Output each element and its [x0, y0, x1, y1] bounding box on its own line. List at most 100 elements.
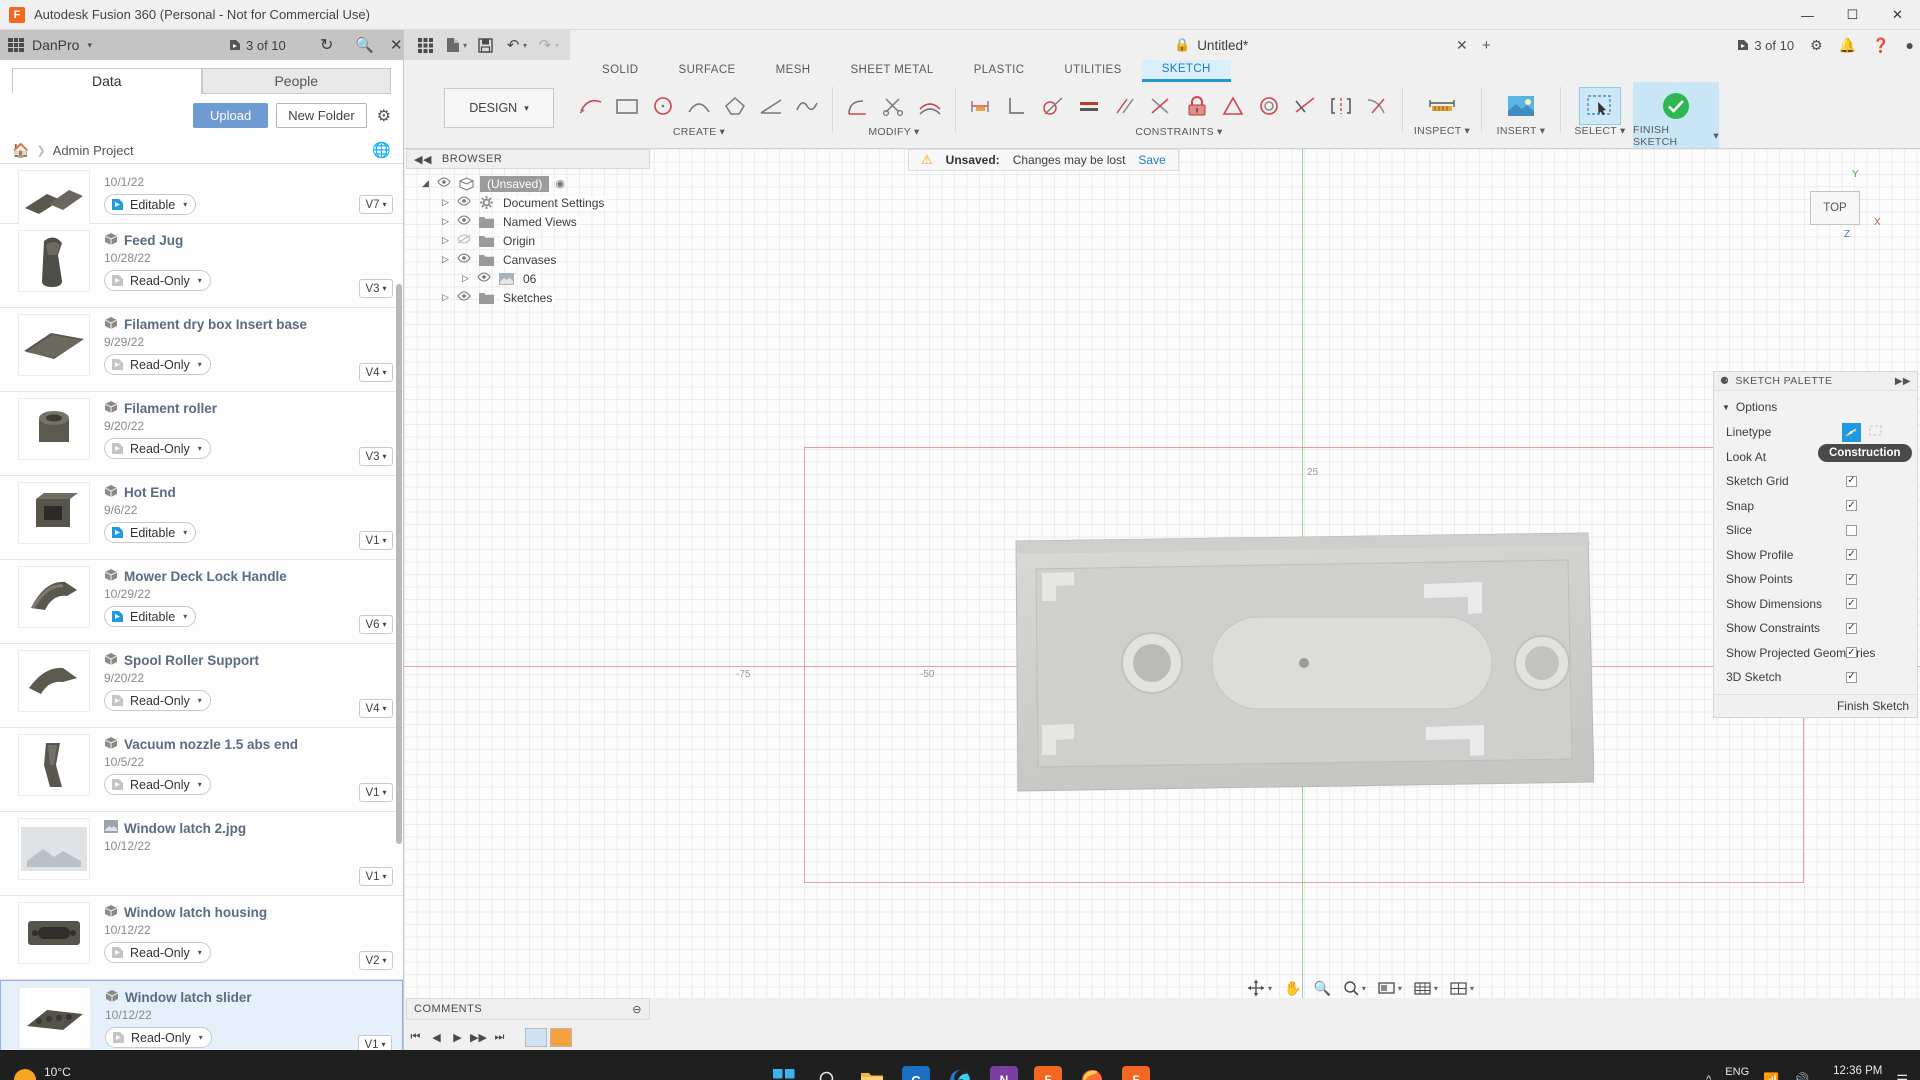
- file-list-item[interactable]: Window latch housing 10/12/22 Read-Only ▾ V2…: [0, 896, 403, 980]
- tab-surface[interactable]: SURFACE: [659, 60, 756, 82]
- file-permission-dropdown[interactable]: Read-Only ▾: [104, 942, 211, 963]
- perpendicular-icon[interactable]: [1000, 87, 1034, 125]
- comments-panel[interactable]: COMMENTS ⊖: [406, 998, 650, 1020]
- collapsed-arrow-icon[interactable]: ▷: [440, 235, 451, 246]
- firefox-icon[interactable]: [1078, 1066, 1106, 1080]
- collapse-browser-icon[interactable]: ◀◀: [414, 153, 432, 166]
- checkbox-show-dimensions[interactable]: [1846, 598, 1857, 610]
- checkbox-show-projected-geometries[interactable]: [1846, 647, 1857, 659]
- file-name[interactable]: Vacuum nozzle 1.5 abs end: [104, 736, 403, 752]
- file-version-dropdown[interactable]: V4 ▾: [359, 699, 393, 718]
- finish-sketch-link[interactable]: Finish Sketch: [1837, 699, 1909, 713]
- zoom-options-icon[interactable]: ▾: [1338, 976, 1371, 1000]
- projects-grid-icon[interactable]: [8, 38, 24, 52]
- chevron-down-icon[interactable]: ▾: [1540, 125, 1546, 137]
- offset-icon[interactable]: [913, 87, 947, 125]
- new-tab-icon[interactable]: +: [1482, 37, 1491, 54]
- file-permission-dropdown[interactable]: Editable ▾: [104, 194, 197, 215]
- chevron-down-icon[interactable]: ▾: [1268, 984, 1272, 993]
- file-version-dropdown[interactable]: V6 ▾: [359, 615, 393, 634]
- file-list-item[interactable]: Mower Deck Lock Handle 10/29/22 Editable ▾ V…: [0, 560, 403, 644]
- file-name[interactable]: Mower Deck Lock Handle: [104, 568, 403, 584]
- display-settings-icon[interactable]: ▾: [1373, 976, 1407, 1000]
- file-permission-dropdown[interactable]: Editable ▾: [104, 606, 197, 627]
- checkbox-snap[interactable]: [1846, 500, 1857, 512]
- file-list-scrollbar[interactable]: [396, 284, 402, 844]
- timeline-feature-sketch[interactable]: [550, 1028, 572, 1047]
- file-name[interactable]: Window latch 2.jpg: [104, 820, 403, 836]
- midpoint-icon[interactable]: [1216, 87, 1250, 125]
- file-list-item[interactable]: Filament dry box Insert base 9/29/22 Read-…: [0, 308, 403, 392]
- design-workspace-button[interactable]: DESIGN ▾: [444, 88, 554, 128]
- close-document-icon[interactable]: ✕: [1456, 37, 1468, 54]
- extensions-icon[interactable]: ⚙: [1810, 37, 1823, 54]
- file-permission-dropdown[interactable]: Read-Only ▾: [105, 1027, 212, 1048]
- new-folder-button[interactable]: New Folder: [276, 103, 367, 128]
- close-panel-icon[interactable]: ✕: [390, 36, 403, 54]
- file-list[interactable]: 10/1/22 Editable ▾ V7 ▾ Feed Jug 10/28/22 Read-…: [0, 163, 403, 1050]
- file-version-dropdown[interactable]: V3 ▾: [359, 447, 393, 466]
- canvas[interactable]: -75 -50 -25 25: [404, 149, 1920, 998]
- volume-icon[interactable]: 🔊: [1793, 1072, 1809, 1080]
- spline-icon[interactable]: [790, 87, 824, 125]
- home-icon[interactable]: 🏠: [12, 142, 29, 159]
- upload-button[interactable]: Upload: [192, 103, 269, 128]
- polygon-icon[interactable]: [718, 87, 752, 125]
- eye-icon[interactable]: [457, 215, 472, 228]
- checkbox-show-points[interactable]: [1846, 573, 1857, 585]
- file-permission-dropdown[interactable]: Read-Only ▾: [104, 270, 211, 291]
- browser-tree-item[interactable]: ▷ Named Views: [420, 212, 650, 231]
- browser-tree-item[interactable]: ▷ Origin: [420, 231, 650, 250]
- tab-mesh[interactable]: MESH: [756, 60, 831, 82]
- file-list-item[interactable]: Hot End 9/6/22 Editable ▾ V1 ▾: [0, 476, 403, 560]
- file-permission-dropdown[interactable]: Read-Only ▾: [104, 354, 211, 375]
- insert-canvas-icon[interactable]: [1505, 87, 1537, 125]
- file-version-dropdown[interactable]: V1 ▾: [359, 531, 393, 550]
- help-icon[interactable]: ❓: [1872, 37, 1889, 54]
- eye-off-icon[interactable]: [457, 234, 472, 247]
- timeline-first-icon[interactable]: ⏮: [406, 1028, 425, 1047]
- fusion-active-icon[interactable]: F: [1122, 1066, 1150, 1080]
- file-version-dropdown[interactable]: V4 ▾: [359, 363, 393, 382]
- notifications-bell-icon[interactable]: 🔔: [1839, 37, 1856, 54]
- select-tool-icon[interactable]: [1579, 87, 1621, 125]
- checkbox-3d-sketch[interactable]: [1846, 671, 1857, 683]
- chevron-down-icon[interactable]: ▾: [914, 126, 920, 138]
- part-model[interactable]: [1012, 527, 1594, 799]
- browser-tree-item[interactable]: ▷ Document Settings: [420, 193, 650, 212]
- chevron-down-icon[interactable]: ▾: [87, 40, 92, 51]
- timeline-play-icon[interactable]: ▶: [448, 1028, 467, 1047]
- file-permission-dropdown[interactable]: Read-Only ▾: [104, 774, 211, 795]
- rectangle-icon[interactable]: [610, 87, 644, 125]
- browser-tree[interactable]: ◢ (Unsaved) ◉ ▷ Document Settings ▷ Named View…: [406, 169, 650, 307]
- document-tab[interactable]: 🔒 Untitled*: [1174, 37, 1248, 53]
- linetype-normal-button[interactable]: [1842, 422, 1861, 442]
- file-explorer-icon[interactable]: [858, 1066, 886, 1080]
- eye-icon[interactable]: [457, 253, 472, 266]
- browser-tree-item[interactable]: ▷ 06: [420, 269, 650, 288]
- chevron-down-icon[interactable]: ▾: [523, 41, 527, 50]
- circle-icon[interactable]: [646, 87, 680, 125]
- sync-status-right[interactable]: 3 of 10: [1736, 38, 1794, 53]
- file-list-item[interactable]: 10/1/22 Editable ▾ V7 ▾: [0, 164, 403, 232]
- file-name[interactable]: Window latch housing: [104, 904, 403, 920]
- palette-expand-icon[interactable]: ▶▶: [1895, 376, 1911, 387]
- checkbox-slice[interactable]: [1846, 524, 1857, 536]
- file-name[interactable]: Window latch slider: [105, 989, 402, 1005]
- tab-solid[interactable]: SOLID: [582, 60, 659, 82]
- tab-plastic[interactable]: PLASTIC: [954, 60, 1045, 82]
- eye-icon[interactable]: [457, 196, 472, 209]
- save-icon[interactable]: [472, 33, 498, 57]
- tab-utilities[interactable]: UTILITIES: [1044, 60, 1141, 82]
- account-avatar[interactable]: ●: [1906, 37, 1914, 53]
- timeline-feature-canvas[interactable]: [525, 1028, 547, 1047]
- trim-scissors-icon[interactable]: [877, 87, 911, 125]
- file-permission-dropdown[interactable]: Read-Only ▾: [104, 438, 211, 459]
- browser-tree-item[interactable]: ◢ (Unsaved) ◉: [420, 174, 650, 193]
- curvature-icon[interactable]: [1360, 87, 1394, 125]
- file-list-item[interactable]: Feed Jug 10/28/22 Read-Only ▾ V3 ▾: [0, 224, 403, 308]
- view-cube-face[interactable]: TOP: [1810, 191, 1860, 225]
- chevron-down-icon[interactable]: ▾: [1217, 126, 1223, 138]
- eye-icon[interactable]: [477, 272, 492, 285]
- file-version-dropdown[interactable]: V2 ▾: [359, 951, 393, 970]
